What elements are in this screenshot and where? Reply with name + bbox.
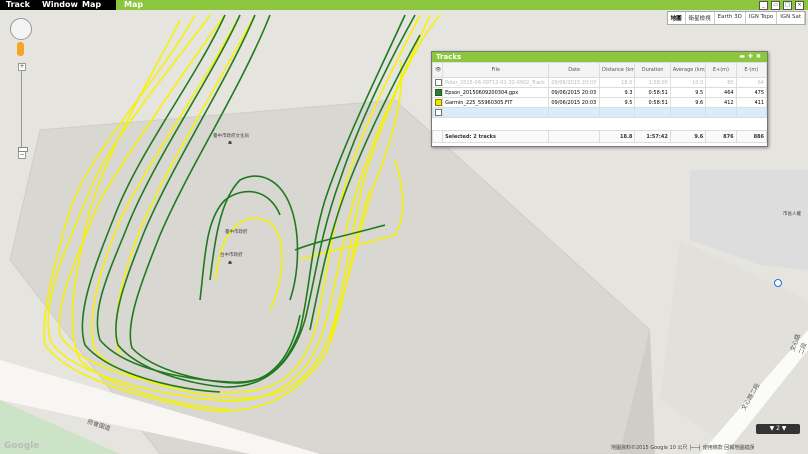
menu-active-strip — [116, 0, 808, 10]
table-row[interactable]: Polar_2015-06-09T12-02-33-0902_Track 09/… — [431, 77, 768, 88]
cell-eminus: 475 — [735, 87, 768, 98]
cell-date: 09/06/2015 20:03 — [548, 97, 600, 108]
menu-map[interactable]: Map — [82, 0, 101, 10]
cell-date: 09/06/2015 20:03 — [548, 77, 600, 88]
map-attribution[interactable]: 地圖資料©2015 Google 10 公尺 ├──┤ 使用條款 回報地圖錯誤 — [611, 444, 754, 451]
cell-average: 9.5 — [669, 87, 707, 98]
cell-eplus: 412 — [705, 97, 737, 108]
footer-eplus: 876 — [705, 130, 737, 143]
col-eplus[interactable]: E+(m) — [705, 62, 737, 78]
table-row[interactable]: Epson_20150609200304.gpx 09/06/2015 20:0… — [431, 87, 768, 98]
col-eminus[interactable]: E-(m) — [735, 62, 768, 78]
map-type-satellite[interactable]: 衛星檢視 — [686, 12, 715, 24]
minimize-icon[interactable]: _ — [759, 1, 768, 10]
maximize-icon[interactable]: □ — [783, 1, 792, 10]
map-type-map[interactable]: 地圖 — [668, 12, 686, 24]
cell-eplus: 464 — [705, 87, 737, 98]
google-logo[interactable]: Google — [4, 441, 39, 451]
footer-eminus: 886 — [735, 130, 768, 143]
footer-distance: 18.8 — [598, 130, 636, 143]
menu-track[interactable]: Track — [6, 0, 30, 10]
close-icon[interactable]: × — [795, 1, 804, 10]
language-selector[interactable]: ▼ 2 ▼ — [756, 424, 800, 434]
menu-bar: Track Window Map Map _ ▭ □ × — [0, 0, 808, 10]
zoom-out-button[interactable]: − — [18, 151, 26, 159]
col-duration[interactable]: Duration — [634, 62, 671, 78]
footer-duration: 1:57:42 — [634, 130, 671, 143]
cell-duration: 1:58:00 — [634, 77, 671, 88]
map-marker-icon[interactable] — [774, 279, 782, 287]
col-average[interactable]: Average (km/h) — [669, 62, 707, 78]
place-marker-3: ☗ — [228, 261, 233, 266]
tracks-panel-title: Tracks — [436, 53, 462, 61]
col-distance[interactable]: Distance (km) — [598, 62, 636, 78]
place-label-3: 台中市政府 — [220, 253, 243, 258]
track-checkbox[interactable] — [435, 99, 442, 106]
cell-eminus: 64 — [735, 77, 768, 88]
pan-control-icon[interactable] — [10, 18, 32, 40]
cell-eplus: 80 — [705, 77, 737, 88]
map-type-ign-topo[interactable]: IGN Topo — [746, 12, 778, 24]
cell-distance: 9.3 — [598, 87, 636, 98]
zoom-control: + − — [18, 63, 28, 159]
place-label-2: 臺中市政府 — [225, 230, 248, 235]
map-type-ign-sat[interactable]: IGN Sat — [777, 12, 805, 24]
cell-duration: 0:58:51 — [634, 87, 671, 98]
cell-distance: 18.0 — [598, 77, 636, 88]
cell-file: Epson_20150609200304.gpx — [442, 87, 550, 98]
tracks-table: 👁 File Date Distance (km) Duration Avera… — [431, 62, 768, 143]
track-checkbox[interactable] — [435, 79, 442, 86]
menu-map-active[interactable]: Map — [124, 0, 143, 10]
col-file[interactable]: File — [442, 62, 550, 78]
cell-distance: 9.5 — [598, 97, 636, 108]
cell-average: 9.6 — [669, 97, 707, 108]
table-row-empty[interactable] — [431, 107, 768, 118]
table-header-row: 👁 File Date Distance (km) Duration Avera… — [431, 62, 768, 78]
zoom-in-button[interactable]: + — [18, 63, 26, 71]
place-label-1: 臺中市政府文化局 — [213, 134, 249, 139]
panel-window-controls-icon[interactable]: ▬✚✖ — [739, 52, 764, 62]
cell-duration: 0:58:51 — [634, 97, 671, 108]
cell-date: 09/06/2015 20:03 — [548, 87, 600, 98]
visibility-column-icon[interactable]: 👁 — [431, 62, 444, 78]
zoom-slider-knob[interactable] — [18, 147, 28, 152]
zoom-slider[interactable] — [21, 71, 22, 151]
track-checkbox[interactable] — [435, 109, 442, 116]
track-checkbox[interactable] — [435, 89, 442, 96]
tracks-panel: Tracks ▬✚✖ 👁 File Date Distance (km) Dur… — [431, 51, 768, 147]
restore-icon[interactable]: ▭ — [771, 1, 780, 10]
map-type-earth3d[interactable]: Earth 3D — [715, 12, 746, 24]
footer-average: 9.6 — [669, 130, 707, 143]
window-controls: _ ▭ □ × — [759, 1, 804, 10]
place-label-4: 市長人權 — [783, 212, 801, 217]
cell-eminus: 411 — [735, 97, 768, 108]
table-row[interactable]: Garmin_225_55960305.FIT 09/06/2015 20:03… — [431, 97, 768, 108]
table-footer-row: Selected: 2 tracks 18.8 1:57:42 9.6 876 … — [431, 130, 768, 143]
place-marker-1: ☗ — [228, 141, 233, 146]
tracks-panel-header[interactable]: Tracks ▬✚✖ — [432, 52, 767, 62]
table-row-spacer — [433, 118, 767, 131]
menu-window[interactable]: Window — [42, 0, 78, 10]
footer-label: Selected: 2 tracks — [442, 130, 550, 143]
cell-file: Polar_2015-06-09T12-02-33-0902_Track — [442, 77, 550, 88]
street-view-pegman-icon[interactable] — [17, 42, 24, 56]
col-date[interactable]: Date — [548, 62, 600, 78]
cell-average: 10.0 — [669, 77, 707, 88]
cell-file: Garmin_225_55960305.FIT — [442, 97, 550, 108]
map-type-selector: 地圖 衛星檢視 Earth 3D IGN Topo IGN Sat — [666, 11, 806, 25]
